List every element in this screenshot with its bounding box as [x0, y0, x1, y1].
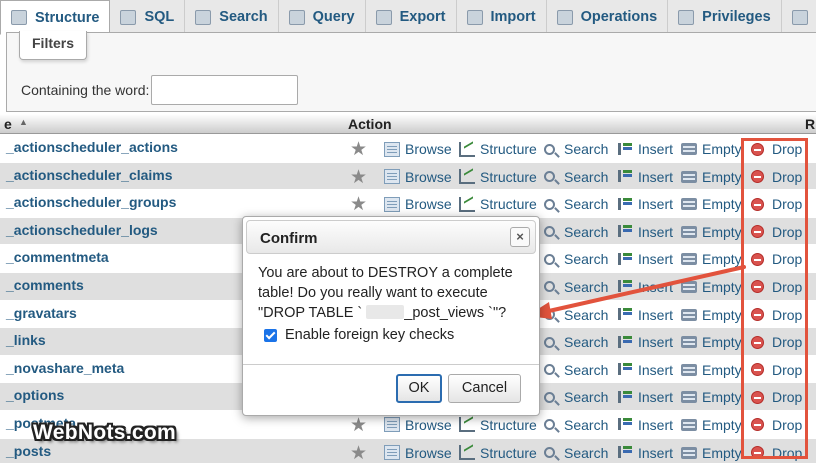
dialog-title: Confirm — [260, 230, 318, 247]
cancel-button[interactable]: Cancel — [448, 374, 521, 403]
ok-button[interactable]: OK — [396, 374, 442, 403]
confirm-dialog: Confirm × You are about to DESTROY a com… — [242, 216, 540, 416]
dialog-header: Confirm × — [246, 220, 536, 254]
dialog-body: You are about to DESTROY a complete tabl… — [258, 263, 533, 345]
dialog-message-part2: _post_views `"? — [404, 305, 507, 321]
close-icon[interactable]: × — [510, 227, 530, 247]
redacted-prefix — [366, 305, 405, 319]
foreign-key-checkbox-row[interactable]: Enable foreign key checks — [264, 325, 533, 345]
foreign-key-checkbox[interactable] — [264, 328, 277, 342]
foreign-key-checkbox-label[interactable]: Enable foreign key checks — [285, 325, 454, 345]
dialog-message: You are about to DESTROY a complete tabl… — [258, 263, 533, 323]
dialog-divider — [243, 364, 539, 365]
webnots-logo: WebNots.com — [33, 421, 176, 444]
